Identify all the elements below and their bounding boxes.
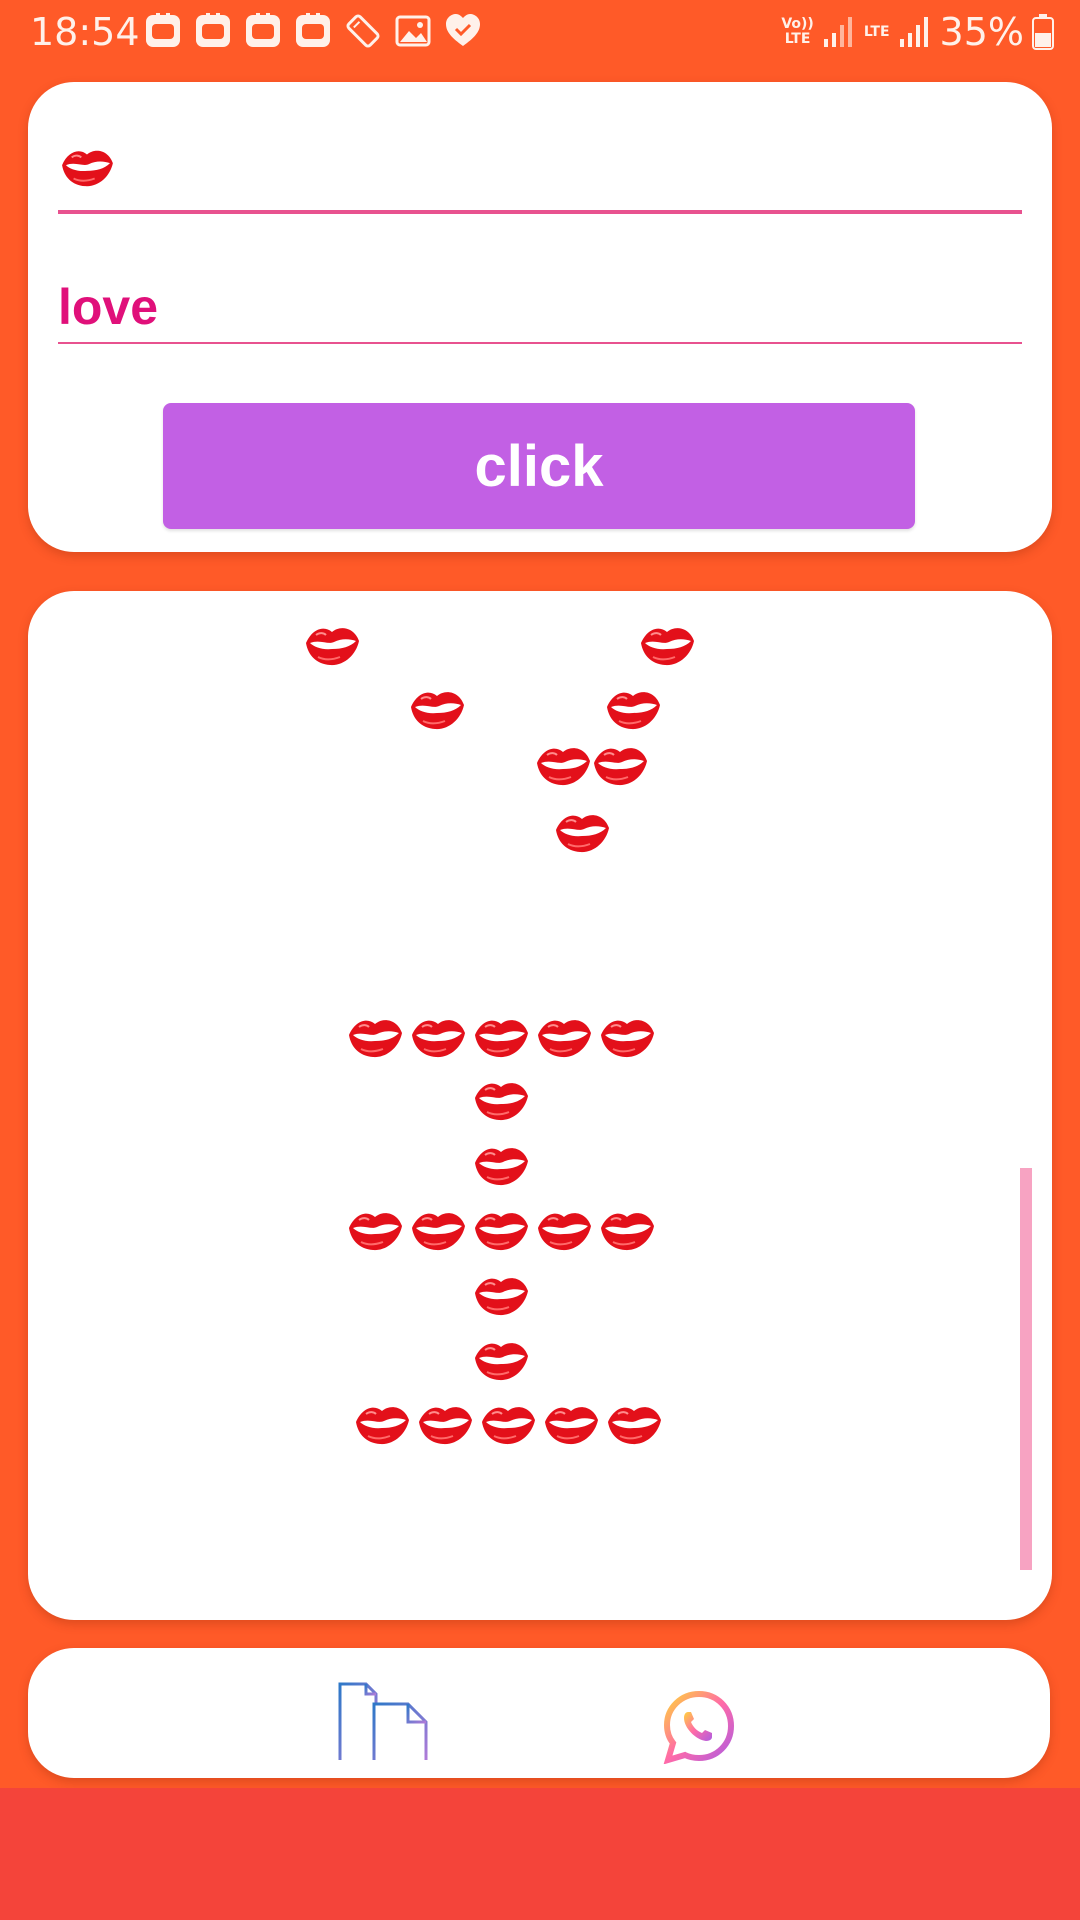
kiss-lips-icon <box>555 814 610 854</box>
heart-check-icon <box>446 14 480 46</box>
notification-app-icon <box>246 13 280 47</box>
kiss-lips-icon <box>640 627 695 667</box>
kiss-lips-icon <box>355 1406 410 1446</box>
kiss-lips-icon <box>411 1019 466 1059</box>
kiss-lips-icon <box>411 1212 466 1252</box>
battery-icon <box>1032 14 1054 50</box>
text-input[interactable] <box>58 272 1022 342</box>
kiss-lips-icon <box>607 1406 662 1446</box>
image-icon <box>395 15 431 47</box>
status-time: 18:54 <box>30 10 140 54</box>
lte-indicator: LTE <box>863 23 890 40</box>
documents-icon[interactable] <box>336 1680 430 1762</box>
kiss-lips-icon <box>474 1147 529 1187</box>
notification-app-icon <box>196 13 230 47</box>
kiss-lips-icon <box>544 1406 599 1446</box>
status-right-area: Vo)) LTE LTE 35% <box>781 8 1054 56</box>
kiss-lips-icon <box>410 691 465 731</box>
signal-icon <box>823 17 852 47</box>
kiss-lips-icon <box>474 1342 529 1382</box>
click-button[interactable]: click <box>163 403 915 529</box>
kiss-lips-icon <box>305 627 360 667</box>
battery-percent: 35% <box>939 10 1024 54</box>
kiss-lips-icon <box>348 1212 403 1252</box>
symbol-input[interactable] <box>58 140 1022 214</box>
kiss-lips-icon <box>537 1019 592 1059</box>
kiss-lips-icon <box>593 747 648 787</box>
kiss-lips-icon <box>536 747 591 787</box>
whatsapp-icon[interactable] <box>662 1690 736 1764</box>
kiss-lips-icon <box>418 1406 473 1446</box>
kiss-lips-icon <box>474 1082 529 1122</box>
kiss-lips-icon <box>600 1019 655 1059</box>
output-card <box>28 591 1052 1620</box>
status-notification-icons <box>144 12 482 52</box>
kiss-lips-icon <box>58 144 116 190</box>
screen-rotation-icon <box>346 14 380 48</box>
notification-app-icon <box>296 13 330 47</box>
input-card: click <box>28 82 1052 552</box>
kiss-lips-icon <box>606 691 661 731</box>
notification-app-icon <box>146 13 180 47</box>
kiss-lips-icon <box>481 1406 536 1446</box>
volte-indicator: Vo)) LTE <box>781 16 814 47</box>
status-bar: 18:54 Vo)) LTE LTE 35% <box>0 0 1080 64</box>
action-bar <box>28 1648 1050 1778</box>
signal-icon <box>899 17 928 47</box>
kiss-lips-icon <box>537 1212 592 1252</box>
kiss-lips-icon <box>474 1277 529 1317</box>
text-input-wrap <box>58 272 1022 344</box>
kiss-lips-icon <box>600 1212 655 1252</box>
scrollbar-thumb[interactable] <box>1020 1168 1032 1570</box>
bottom-strip <box>0 1788 1080 1920</box>
kiss-lips-icon <box>474 1212 529 1252</box>
kiss-art-output <box>305 627 695 1446</box>
kiss-lips-icon <box>348 1019 403 1059</box>
kiss-lips-icon <box>474 1019 529 1059</box>
